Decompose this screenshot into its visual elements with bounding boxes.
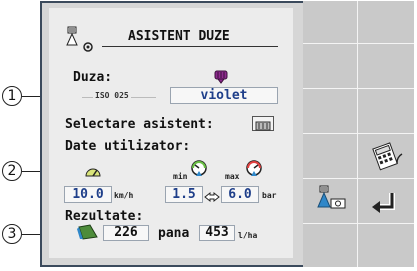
pressure-max-field[interactable]: 6.0 [221,186,259,203]
assistant-select-label: Selectare asistent: [65,117,214,132]
softkey-divider [303,43,414,44]
nozzle-label: Duza: [73,70,113,85]
max-label: max [225,172,240,181]
results-separator: pana [158,226,190,241]
nozzle-assistant-icon [64,25,100,55]
nozzle-color-field[interactable]: violet [170,87,278,104]
softkey-panel [303,1,414,267]
softkey-divider [303,223,414,224]
assistant-select-button[interactable] [252,116,274,131]
speed-unit: km/h [114,191,134,200]
speed-field[interactable]: 10.0 [64,186,112,203]
pressure-min-gauge-icon [190,160,208,178]
softkey-divider [357,1,358,267]
pressure-unit: bar [262,191,277,200]
callout-1: 1 [2,86,22,106]
speed-gauge-icon [84,163,102,177]
pressure-min-field[interactable]: 1.5 [165,186,203,203]
results-label: Rezultate: [65,209,144,224]
pressure-range-arrows-icon [204,188,220,203]
result-value-1: 226 [103,225,149,241]
user-data-label: Date utilizator: [65,139,191,154]
softkey-nozzle-settings[interactable] [309,183,353,219]
softkey-calculator[interactable] [364,137,408,175]
softkey-divider [303,133,414,134]
pressure-max-gauge-icon [245,160,263,178]
nozzle-color-icon [214,69,228,84]
softkey-divider [303,88,414,89]
results-unit: l/ha [238,231,258,240]
title-underline [102,46,278,47]
callout-2: 2 [2,161,22,181]
nozzle-standard: ISO 025 [93,91,131,100]
min-label: min [173,172,188,181]
field-area-icon [77,224,99,240]
page-title: ASISTENT DUZE [128,29,230,44]
softkey-back[interactable] [364,183,408,219]
result-value-2: 453 [199,225,235,241]
callout-3: 3 [2,224,22,244]
softkey-divider [303,178,414,179]
